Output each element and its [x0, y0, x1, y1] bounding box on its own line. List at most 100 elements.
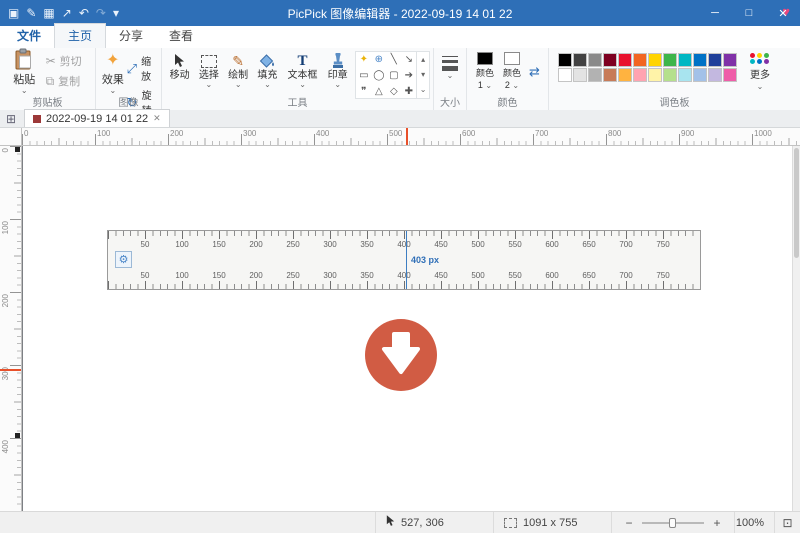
palette-color-swatch[interactable] [648, 53, 662, 67]
more-colors-button[interactable]: 更多 ⌄ [737, 49, 783, 95]
ruler-tool-number: 350 [360, 240, 373, 249]
textbox-tool-button[interactable]: T 文本框 ⌄ [282, 49, 323, 95]
palette-color-swatch[interactable] [573, 68, 587, 82]
palette-color-swatch[interactable] [663, 53, 677, 67]
tab-close-icon[interactable]: ✕ [153, 113, 161, 124]
ruler-mark [606, 134, 607, 145]
zoom-slider[interactable] [642, 516, 704, 530]
ellipse-shape-icon[interactable]: ◯ [371, 68, 386, 84]
palette-color-swatch[interactable] [723, 53, 737, 67]
line-size-button[interactable]: ⌄ [437, 49, 463, 95]
ribbon-tab-0[interactable]: 文件 [4, 24, 54, 48]
ribbon-tab-2[interactable]: 分享 [106, 24, 156, 48]
vertical-scrollbar[interactable] [792, 146, 800, 511]
blur-shape-icon[interactable]: ⊕ [371, 52, 386, 68]
palette-color-swatch[interactable] [708, 53, 722, 67]
ruler-tool-number: 500 [471, 240, 484, 249]
palette-color-swatch[interactable] [633, 53, 647, 67]
ruler-tool-number: 550 [508, 240, 521, 249]
palette-color-swatch[interactable] [603, 68, 617, 82]
arrow-shape-icon[interactable]: ↘ [401, 52, 416, 68]
palette-color-swatch[interactable] [693, 68, 707, 82]
copy-button[interactable]: ⧉ 复制 [46, 73, 92, 89]
maximize-button[interactable]: □ [732, 0, 766, 26]
fill-tool-button[interactable]: 填充 ⌄ [253, 49, 282, 95]
window-grid-icon[interactable]: ⊞ [6, 112, 16, 126]
gallery-up-icon[interactable]: ▴ [417, 52, 429, 67]
ruler-corner [0, 128, 22, 146]
resize-button[interactable]: ⤢ 缩放 [127, 53, 158, 83]
palette-color-swatch[interactable] [588, 53, 602, 67]
ruler-mark [95, 134, 96, 145]
clipboard-group-label: 剪贴板 [0, 94, 95, 109]
select-caret-icon: ⌄ [206, 81, 213, 89]
select-tool-button[interactable]: 选择 ⌄ [194, 49, 223, 95]
curve-shape-icon[interactable]: ➔ [401, 68, 416, 84]
palette-color-swatch[interactable] [663, 68, 677, 82]
zoom-level-value: 100% [736, 517, 764, 529]
close-button[interactable]: ✕ [766, 0, 800, 26]
palette-color-swatch[interactable] [708, 68, 722, 82]
palette-color-swatch[interactable] [588, 68, 602, 82]
zoom-out-button[interactable]: − [622, 516, 636, 530]
ribbon-tab-3[interactable]: 查看 [156, 24, 206, 48]
move-tool-label: 移动 [170, 70, 190, 81]
rectangle-shape-icon[interactable]: ▭ [356, 68, 371, 84]
quickbar-more-icon[interactable]: ▾ [113, 7, 119, 19]
color-grid-icon[interactable]: ▦ [43, 7, 54, 19]
cut-button[interactable]: ✂ 剪切 [46, 53, 92, 69]
scrollbar-thumb[interactable] [794, 148, 799, 258]
document-tab[interactable]: 2022-09-19 14 01 22 ✕ [24, 109, 170, 127]
color2-caret-icon: ⌄ [512, 81, 519, 90]
palette-color-swatch[interactable] [723, 68, 737, 82]
image-canvas[interactable]: 5010015020025030035040045050055060065070… [23, 146, 792, 511]
redo-icon[interactable]: ↷ [96, 7, 106, 19]
palette-color-swatch[interactable] [693, 53, 707, 67]
stamp-tool-button[interactable]: 印章 ⌄ [323, 49, 352, 95]
canvas-resize-handle[interactable] [15, 147, 20, 152]
minimize-button[interactable]: ─ [698, 0, 732, 26]
zoom-in-button[interactable]: + [710, 516, 724, 530]
palette-color-swatch[interactable] [618, 68, 632, 82]
color1-button[interactable]: 颜色 1 ⌄ [472, 49, 499, 95]
ruler-tool-number: 200 [249, 240, 262, 249]
palette-color-swatch[interactable] [678, 53, 692, 67]
palette-color-swatch[interactable] [648, 68, 662, 82]
ruler-mark: 700 [535, 129, 548, 138]
select-icon [201, 52, 217, 70]
palette-color-swatch[interactable] [573, 53, 587, 67]
color2-button[interactable]: 颜色 2 ⌄ [499, 49, 526, 95]
ruler-tool-number: 450 [434, 271, 447, 280]
ruler-mark: 800 [608, 129, 621, 138]
swap-colors-button[interactable]: ⇄ [526, 49, 544, 95]
canvas-resize-handle[interactable] [15, 433, 20, 438]
gallery-down-icon[interactable]: ▾ [417, 67, 429, 82]
color2-number: 2 ⌄ [505, 80, 519, 90]
capture-icon[interactable]: ▣ [8, 7, 19, 19]
undo-icon[interactable]: ↶ [79, 7, 89, 19]
paste-button[interactable]: 粘贴 ⌄ [3, 49, 46, 95]
palette-color-swatch[interactable] [618, 53, 632, 67]
highlight-shape-icon[interactable]: ✦ [356, 52, 371, 68]
move-tool-button[interactable]: 移动 [165, 49, 194, 95]
palette-color-swatch[interactable] [678, 68, 692, 82]
palette-color-swatch[interactable] [558, 68, 572, 82]
ribbon-tab-1[interactable]: 主页 [54, 23, 106, 48]
palette-color-swatch[interactable] [558, 53, 572, 67]
line-shape-icon[interactable]: ╲ [386, 52, 401, 68]
effects-button[interactable]: ✦ 效果 ⌄ [99, 49, 127, 95]
palette-color-swatch[interactable] [633, 68, 647, 82]
ruler-tool-number: 400 [397, 240, 410, 249]
titlebar: ▣✎▦↗↶↷▾ PicPick 图像编辑器 - 2022-09-19 14 01… [0, 0, 800, 26]
zoom-slider-thumb[interactable] [669, 518, 676, 528]
palette-color-swatch[interactable] [603, 53, 617, 67]
size-group-label: 大小 [434, 94, 466, 109]
share-icon[interactable]: ↗ [62, 7, 72, 19]
rounded-rect-shape-icon[interactable]: ▢ [386, 68, 401, 84]
canvas-workspace: 5010015020025030035040045050055060065070… [0, 146, 800, 511]
editor-icon[interactable]: ✎ [26, 7, 36, 19]
fit-window-icon[interactable]: ⊡ [782, 516, 792, 530]
ruler-tool-number: 250 [286, 240, 299, 249]
draw-tool-button[interactable]: ✎ 绘制 ⌄ [224, 49, 253, 95]
ruler-tool-number: 550 [508, 271, 521, 280]
